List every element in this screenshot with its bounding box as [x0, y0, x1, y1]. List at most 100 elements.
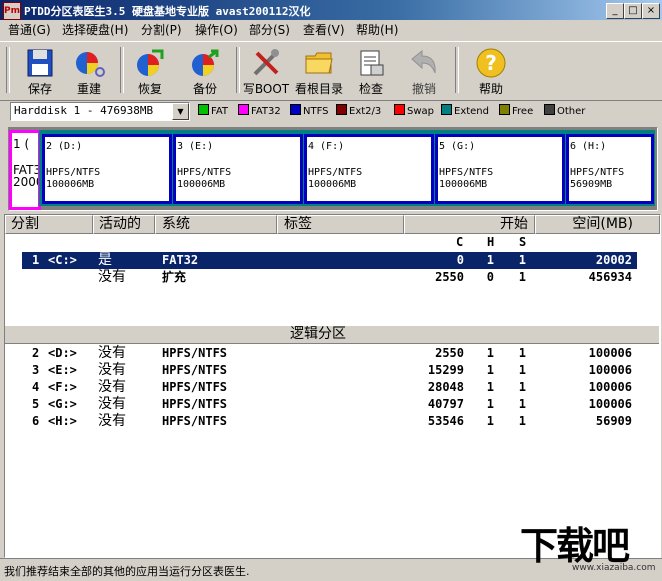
table-row[interactable]: 6 <H:> 没有 HPFS/NTFS 53546 1 1 56909 — [22, 413, 637, 430]
partition-block[interactable]: 4 (F:) HPFS/NTFS 100006MB — [304, 134, 434, 204]
floppy-disk-icon — [27, 49, 53, 77]
legend-swatch — [499, 104, 510, 115]
cell-head: 1 — [486, 253, 494, 267]
column-header-space[interactable]: 空间(MB) — [535, 215, 660, 234]
watermark-url: www.xiazaiba.com — [572, 563, 656, 573]
restore-button[interactable]: 恢复 — [124, 45, 176, 99]
menu-general[interactable]: 普通(G) — [8, 22, 51, 38]
view-root-button[interactable]: 看根目录 — [293, 45, 345, 99]
logical-section-title: 逻辑分区 — [290, 326, 346, 342]
disk-select[interactable]: Harddisk 1 - 476938MB ▼ — [10, 102, 190, 121]
chevron-down-icon[interactable]: ▼ — [172, 103, 189, 120]
cell-active: 没有 — [98, 396, 126, 412]
cell-head: 1 — [486, 397, 494, 411]
cell-head: 1 — [486, 414, 494, 428]
partition-fs: HPFS/NTFS — [570, 167, 625, 178]
partition-id: 1 ( — [13, 137, 30, 151]
partition-id: 2 (D:) — [46, 141, 83, 152]
partition-size: 100006MB — [46, 179, 95, 190]
undo-button[interactable]: 撤销 — [398, 45, 450, 99]
cell-system: FAT32 — [162, 253, 199, 267]
partition-fs: HPFS/NTFS — [308, 167, 363, 178]
legend-label: NTFS — [303, 106, 329, 117]
table-row[interactable]: 2 <D:> 没有 HPFS/NTFS 2550 1 1 100006 — [22, 345, 637, 362]
chs-s: S — [519, 235, 527, 249]
legend-swatch — [336, 104, 347, 115]
menu-partition[interactable]: 部分(S) — [249, 22, 290, 38]
menu-operation[interactable]: 操作(O) — [195, 22, 238, 38]
partition-block[interactable]: 5 (G:) HPFS/NTFS 100006MB — [435, 134, 565, 204]
table-row[interactable]: 没有 扩充 2550 0 1 456934 — [22, 269, 637, 286]
cell-drive: <D:> — [48, 346, 77, 360]
partition-fs: HPFS/NTFS — [439, 167, 494, 178]
partition-block[interactable]: 6 (H:) HPFS/NTFS 56909MB — [566, 134, 654, 204]
close-button[interactable]: × — [642, 3, 660, 19]
view-root-label: 看根目录 — [294, 82, 343, 96]
partition-size: 100006MB — [308, 179, 357, 190]
maximize-button[interactable]: □ — [624, 3, 642, 19]
partition-fs: HPFS/NTFS — [177, 167, 232, 178]
rebuild-button[interactable]: 重建 — [63, 45, 115, 99]
cell-cylinder: 0 — [456, 253, 464, 267]
table-row[interactable]: 1 <C:> 是 FAT32 0 1 1 20002 — [22, 252, 637, 269]
legend-item: FAT — [198, 104, 228, 117]
chs-h: H — [487, 235, 495, 249]
chs-header: C H S — [450, 235, 550, 250]
partition-block[interactable]: 3 (E:) HPFS/NTFS 100006MB — [173, 134, 303, 204]
menu-select-disk[interactable]: 选择硬盘(H) — [62, 22, 128, 38]
partition-block-c[interactable]: 1 ( FAT3 2000 — [9, 130, 41, 210]
menu-view[interactable]: 查看(V) — [303, 22, 345, 38]
legend-label: Extend — [454, 106, 489, 117]
legend-label: Ext2/3 — [349, 106, 382, 117]
cell-active: 没有 — [98, 413, 126, 429]
menu-help[interactable]: 帮助(H) — [356, 22, 398, 38]
status-text: 我们推荐结束全部的其他的应用当运行分区表医生. — [4, 565, 250, 578]
partition-id: 3 (E:) — [177, 141, 214, 152]
cell-active: 没有 — [98, 362, 126, 378]
undo-arrow-icon — [411, 49, 436, 74]
writeboot-button[interactable]: 写BOOT — [240, 45, 292, 99]
menu-split[interactable]: 分割(P) — [141, 22, 182, 38]
tools-icon — [253, 49, 279, 76]
legend-label: Swap — [407, 106, 435, 117]
legend-label: FAT32 — [251, 106, 281, 117]
legend-swatch — [238, 104, 249, 115]
partition-block[interactable]: 2 (D:) HPFS/NTFS 100006MB — [42, 134, 172, 204]
column-header-split[interactable]: 分割 — [5, 215, 93, 234]
restore-label: 恢复 — [137, 82, 162, 96]
cell-head: 0 — [486, 270, 494, 284]
check-document-icon — [360, 50, 384, 76]
partition-id: 4 (F:) — [308, 141, 345, 152]
partition-size: 56909MB — [570, 179, 613, 190]
legend-swatch — [290, 104, 301, 115]
toolbar-grip — [6, 47, 10, 93]
legend-swatch — [544, 104, 555, 115]
save-button[interactable]: 保存 — [14, 45, 66, 99]
column-header-system[interactable]: 系统 — [155, 215, 277, 234]
backup-button[interactable]: 备份 — [179, 45, 231, 99]
help-button[interactable]: ? 帮助 — [465, 45, 517, 99]
watermark-logo: 下载吧 www.xiazaiba.com — [520, 515, 660, 579]
partition-id: 5 (G:) — [439, 141, 476, 152]
table-row[interactable]: 4 <F:> 没有 HPFS/NTFS 28048 1 1 100006 — [22, 379, 637, 396]
svg-text:?: ? — [485, 51, 497, 75]
column-header-start[interactable]: 开始 — [404, 215, 535, 234]
check-button[interactable]: 检查 — [345, 45, 397, 99]
cell-size: 100006 — [588, 380, 632, 394]
cell-head: 1 — [486, 380, 494, 394]
undo-label: 撤销 — [411, 82, 436, 96]
minimize-button[interactable]: _ — [606, 3, 624, 19]
cell-drive: <E:> — [48, 363, 77, 377]
legend-swatch — [198, 104, 209, 115]
table-row[interactable]: 3 <E:> 没有 HPFS/NTFS 15299 1 1 100006 — [22, 362, 637, 379]
table-row[interactable]: 5 <G:> 没有 HPFS/NTFS 40797 1 1 100006 — [22, 396, 637, 413]
cell-number: 1 — [32, 253, 40, 267]
column-header-label[interactable]: 标签 — [277, 215, 404, 234]
column-header-active[interactable]: 活动的 — [93, 215, 155, 234]
watermark-text: 下载吧 — [520, 524, 630, 568]
chs-c: C — [456, 235, 464, 249]
cell-size: 100006 — [588, 346, 632, 360]
cell-number: 4 — [32, 380, 40, 394]
cell-drive: <C:> — [48, 253, 77, 267]
cell-sector: 1 — [518, 363, 526, 377]
